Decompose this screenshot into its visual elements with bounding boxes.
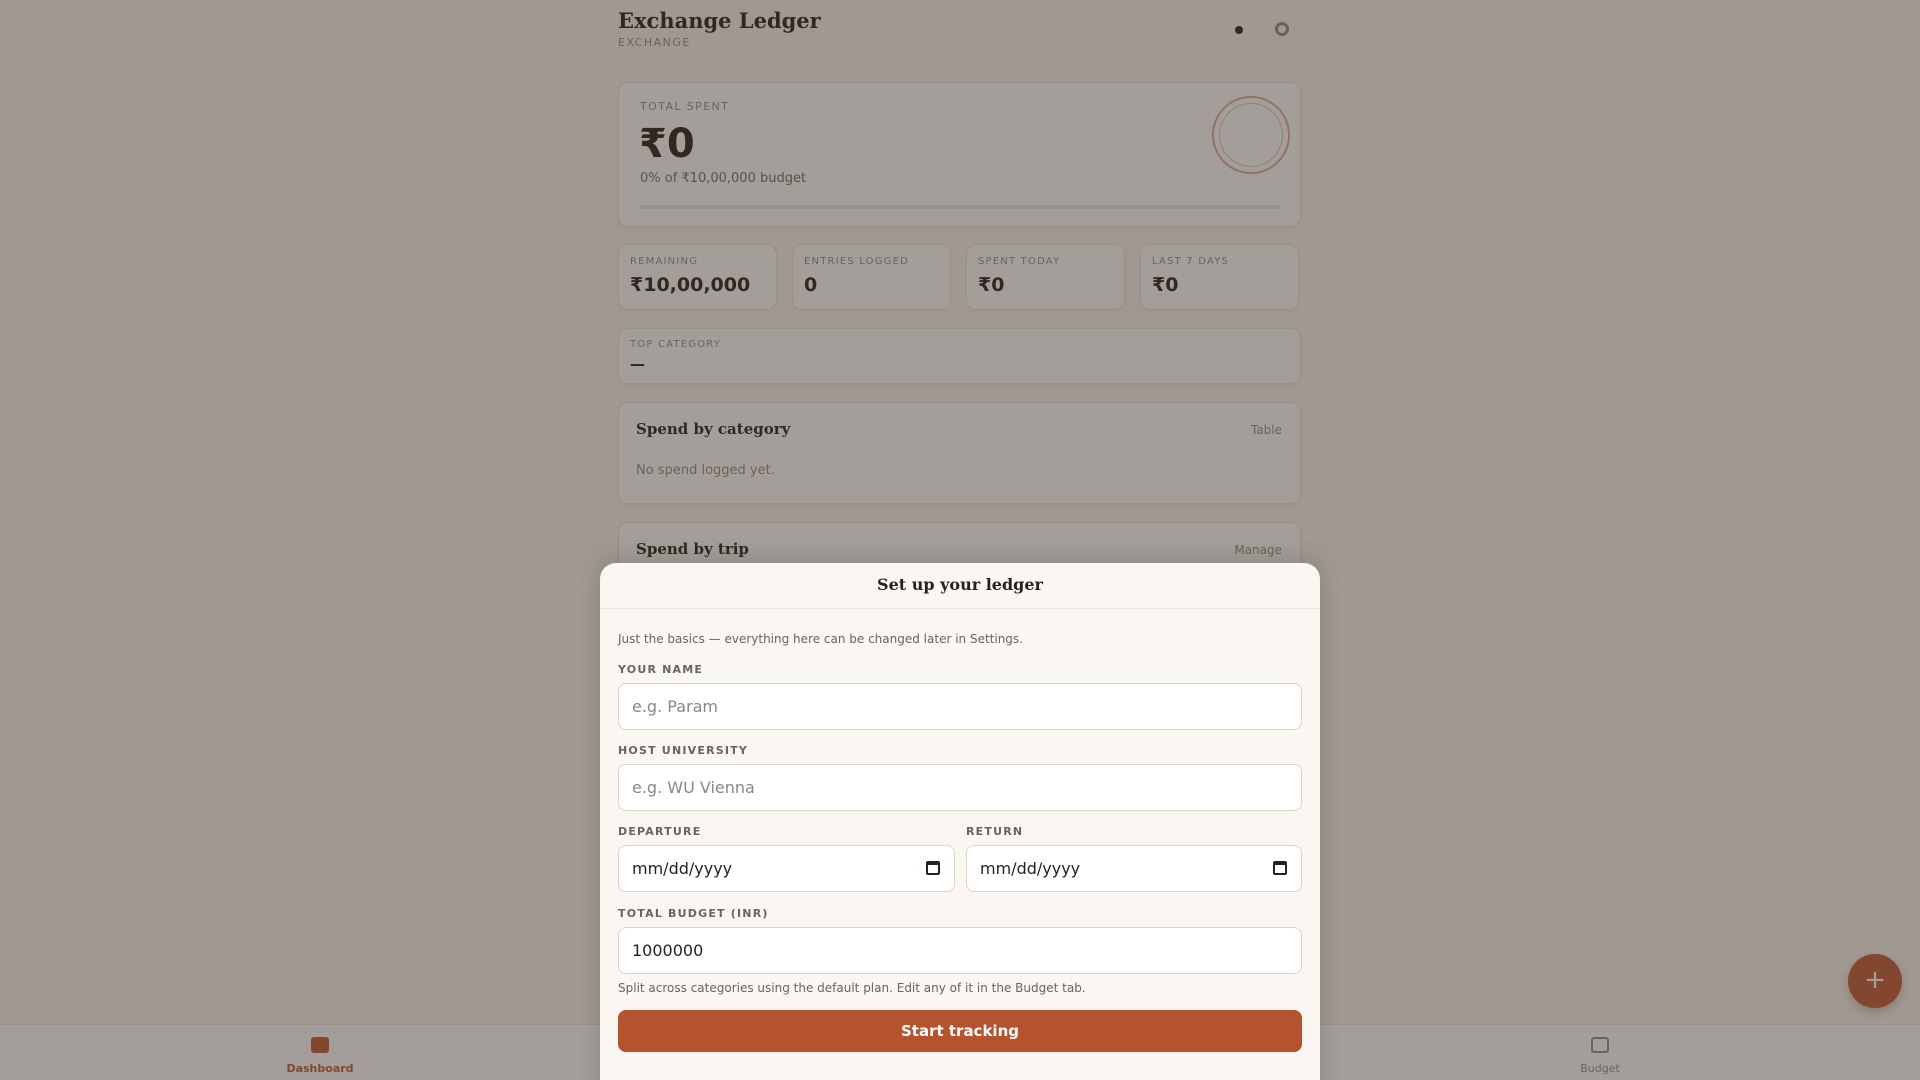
departure-date-input[interactable]: mm/dd/yyyy <box>618 845 955 892</box>
return-date-value: mm/dd/yyyy <box>980 859 1081 878</box>
budget-input[interactable]: 1000000 <box>618 927 1302 974</box>
departure-date-value: mm/dd/yyyy <box>632 859 733 878</box>
start-tracking-button[interactable]: Start tracking <box>618 1010 1302 1052</box>
university-input[interactable]: e.g. WU Vienna <box>618 764 1302 811</box>
name-input[interactable]: e.g. Param <box>618 683 1302 730</box>
return-label: RETURN <box>966 825 1024 838</box>
budget-hint: Split across categories using the defaul… <box>618 981 1086 995</box>
modal-header: Set up your ledger <box>600 563 1320 609</box>
return-date-input[interactable]: mm/dd/yyyy <box>966 845 1302 892</box>
setup-ledger-modal: Set up your ledger Just the basics — eve… <box>600 563 1320 1080</box>
calendar-icon[interactable] <box>1273 861 1287 875</box>
university-label: HOST UNIVERSITY <box>618 744 749 757</box>
modal-title: Set up your ledger <box>877 575 1043 594</box>
calendar-icon[interactable] <box>926 861 940 875</box>
modal-intro: Just the basics — everything here can be… <box>618 632 1023 646</box>
name-label: YOUR NAME <box>618 663 704 676</box>
departure-label: DEPARTURE <box>618 825 702 838</box>
budget-label: TOTAL BUDGET (INR) <box>618 907 769 920</box>
